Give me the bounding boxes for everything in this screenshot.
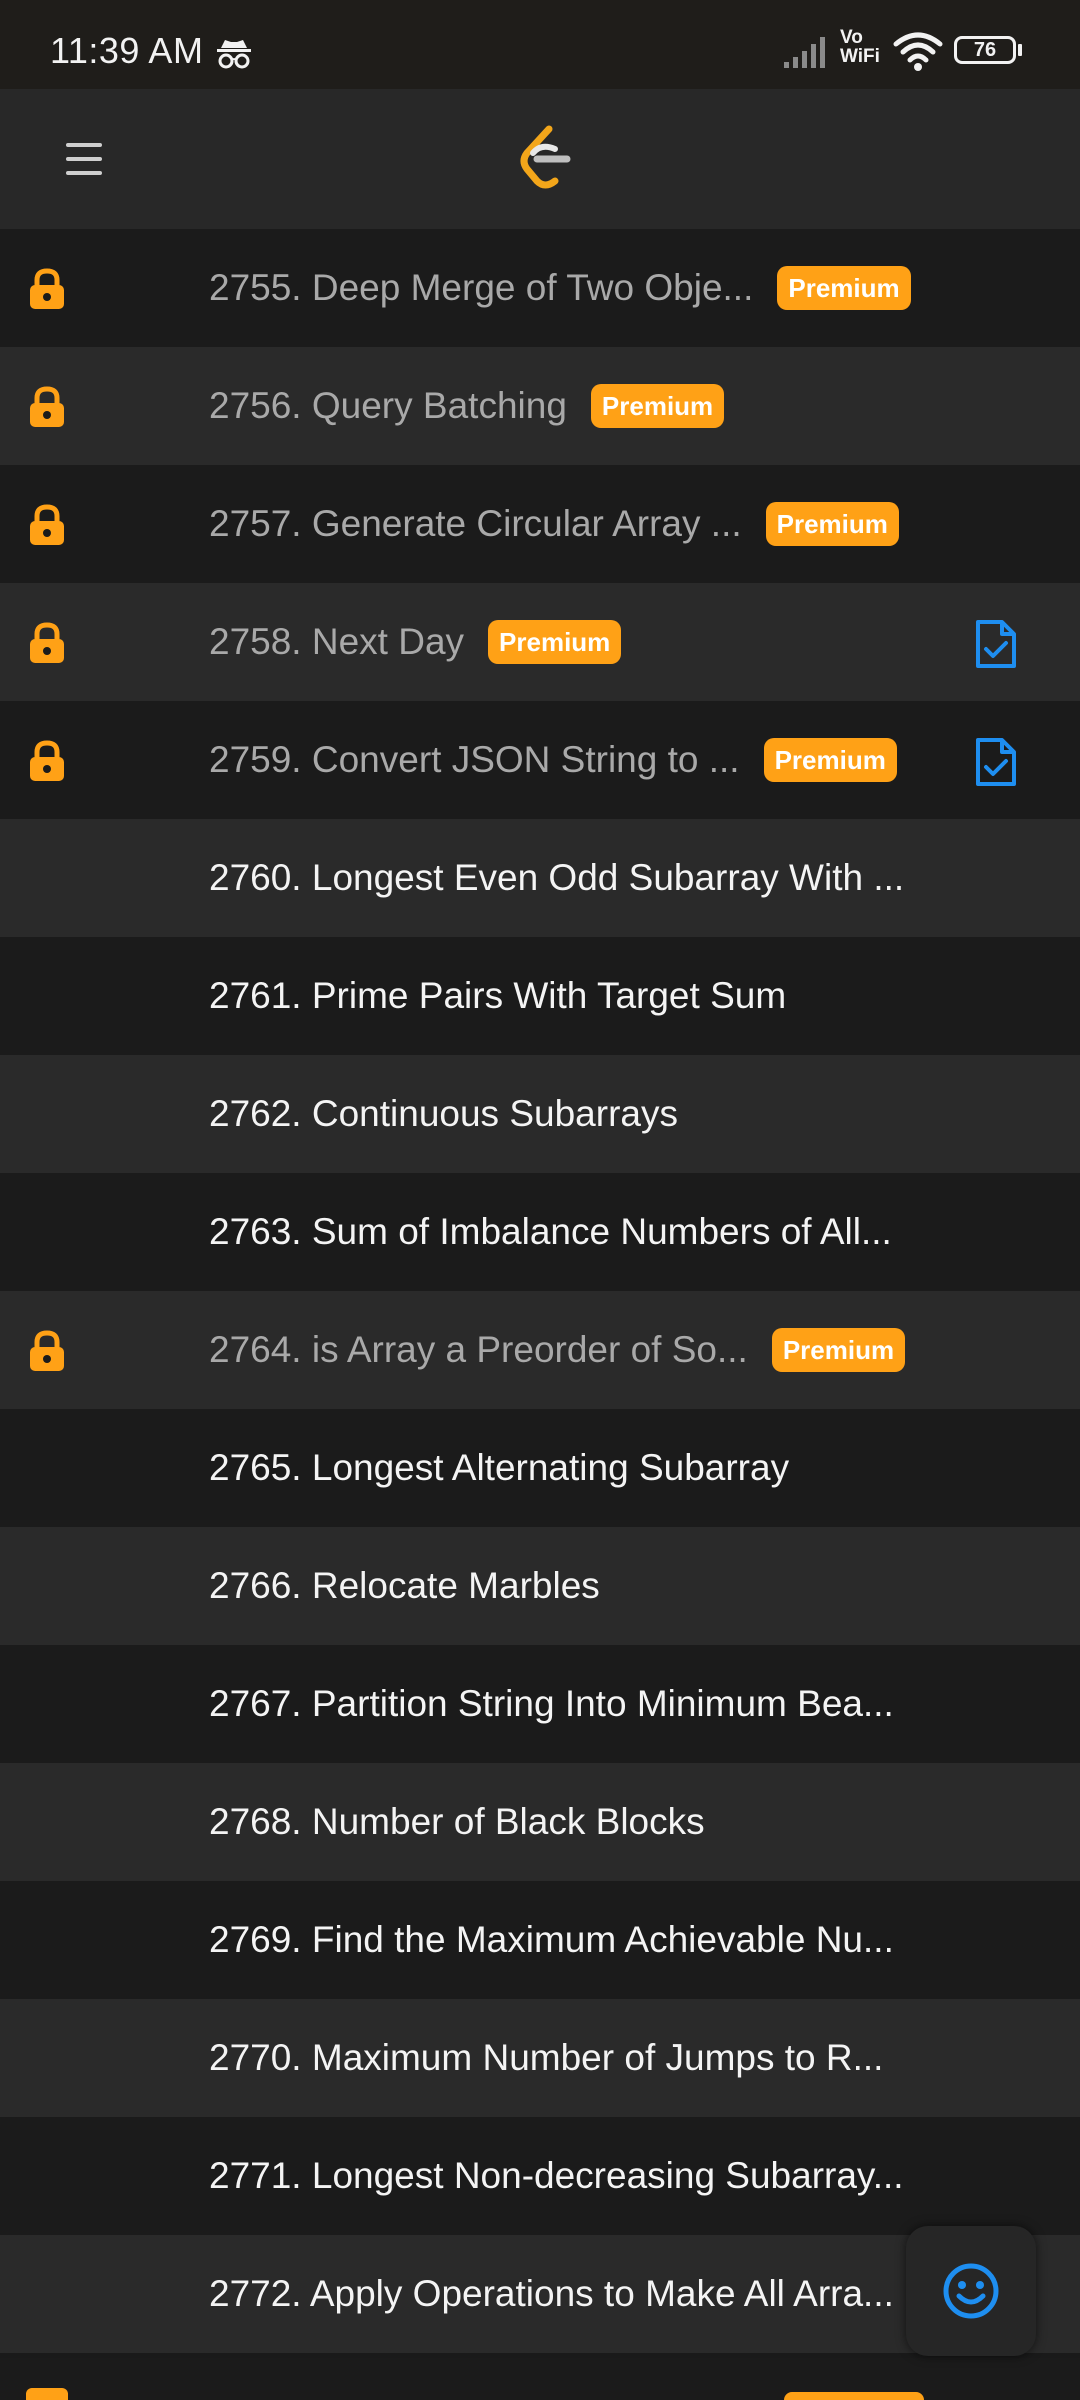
problem-title: 2771. Longest Non-decreasing Subarray... bbox=[209, 2155, 904, 2196]
problem-row[interactable]: 2769. Find the Maximum Achievable Nu... bbox=[0, 1881, 1080, 1999]
problem-title-wrap: 2770. Maximum Number of Jumps to R... bbox=[209, 1999, 940, 2117]
solution-document-icon[interactable] bbox=[972, 619, 1018, 669]
problem-title: 2757. Generate Circular Array ... bbox=[209, 503, 742, 544]
problem-row[interactable]: 2762. Continuous Subarrays bbox=[0, 1055, 1080, 1173]
problem-title: 2770. Maximum Number of Jumps to R... bbox=[209, 2037, 884, 2078]
vowifi-top: Vo bbox=[840, 27, 863, 48]
lock-icon bbox=[26, 2388, 68, 2400]
problem-row[interactable]: 2767. Partition String Into Minimum Bea.… bbox=[0, 1645, 1080, 1763]
app-header bbox=[0, 89, 1080, 229]
problem-title-wrap: 2755. Deep Merge of Two Obje... Premium bbox=[209, 229, 940, 347]
problem-title-wrap: 2759. Convert JSON String to ... Premium bbox=[209, 701, 940, 819]
problem-list: 2755. Deep Merge of Two Obje... Premium 27… bbox=[0, 229, 1080, 2353]
problem-title-wrap: 2756. Query Batching Premium bbox=[209, 347, 940, 465]
problem-title-wrap: 2760. Longest Even Odd Subarray With ... bbox=[209, 819, 940, 937]
problem-title-wrap: 2758. Next Day Premium bbox=[209, 583, 940, 701]
lock-icon bbox=[30, 622, 64, 663]
problem-row[interactable]: 2760. Longest Even Odd Subarray With ... bbox=[0, 819, 1080, 937]
problem-title: 2760. Longest Even Odd Subarray With ... bbox=[209, 857, 905, 898]
problem-title: 2762. Continuous Subarrays bbox=[209, 1093, 678, 1134]
wifi-icon bbox=[893, 32, 943, 71]
battery-tip bbox=[1018, 44, 1022, 56]
hamburger-menu-icon[interactable] bbox=[62, 131, 108, 187]
lock-icon bbox=[30, 740, 64, 781]
problem-row-partial[interactable] bbox=[0, 2358, 1080, 2400]
problem-row[interactable]: 2770. Maximum Number of Jumps to R... bbox=[0, 1999, 1080, 2117]
problem-title: 2765. Longest Alternating Subarray bbox=[209, 1447, 790, 1488]
problem-title: 2758. Next Day bbox=[209, 621, 465, 662]
problem-row[interactable]: 2771. Longest Non-decreasing Subarray... bbox=[0, 2117, 1080, 2235]
premium-badge: Premium bbox=[765, 502, 899, 546]
problem-row[interactable]: 2758. Next Day Premium bbox=[0, 583, 1080, 701]
problem-row[interactable]: 2757. Generate Circular Array ... Premium bbox=[0, 465, 1080, 583]
problem-title: 2766. Relocate Marbles bbox=[209, 1565, 600, 1606]
problem-title-wrap: 2767. Partition String Into Minimum Bea.… bbox=[209, 1645, 940, 1763]
problem-row[interactable]: 2768. Number of Black Blocks bbox=[0, 1763, 1080, 1881]
problem-title: 2763. Sum of Imbalance Numbers of All... bbox=[209, 1211, 892, 1252]
problem-title-wrap: 2764. is Array a Preorder of So... Premiu… bbox=[209, 1291, 940, 1409]
problem-title-wrap: 2768. Number of Black Blocks bbox=[209, 1763, 940, 1881]
problem-title-wrap: 2769. Find the Maximum Achievable Nu... bbox=[209, 1881, 940, 1999]
lock-icon bbox=[30, 1330, 64, 1371]
problem-title-wrap: 2765. Longest Alternating Subarray bbox=[209, 1409, 940, 1527]
incognito-icon bbox=[217, 40, 251, 69]
battery-indicator: 76 bbox=[954, 36, 1016, 64]
premium-badge: Premium bbox=[777, 266, 911, 310]
signal-icon bbox=[784, 37, 825, 68]
vowifi-label: Vo WiFi bbox=[840, 28, 880, 66]
premium-badge bbox=[784, 2392, 924, 2400]
problem-row[interactable]: 2766. Relocate Marbles bbox=[0, 1527, 1080, 1645]
problem-title: 2755. Deep Merge of Two Obje... bbox=[209, 267, 754, 308]
lock-icon bbox=[30, 268, 64, 309]
problem-title: 2769. Find the Maximum Achievable Nu... bbox=[209, 1919, 894, 1960]
solution-document-icon[interactable] bbox=[972, 737, 1018, 787]
lock-icon bbox=[30, 386, 64, 427]
smiley-feedback-icon bbox=[943, 2263, 999, 2319]
feedback-fab-button[interactable] bbox=[906, 2226, 1036, 2356]
premium-badge: Premium bbox=[590, 384, 725, 428]
status-time: 11:39 AM bbox=[50, 30, 204, 71]
problem-title-wrap: 2762. Continuous Subarrays bbox=[209, 1055, 940, 1173]
problem-row[interactable]: 2756. Query Batching Premium bbox=[0, 347, 1080, 465]
premium-badge: Premium bbox=[763, 738, 897, 782]
status-bar: 11:39 AM Vo WiFi 76 bbox=[0, 0, 1080, 89]
problem-row[interactable]: 2764. is Array a Preorder of So... Premiu… bbox=[0, 1291, 1080, 1409]
vowifi-bottom: WiFi bbox=[840, 46, 880, 67]
problem-title-wrap: 2771. Longest Non-decreasing Subarray... bbox=[209, 2117, 940, 2235]
problem-title: 2759. Convert JSON String to ... bbox=[209, 739, 740, 780]
leetcode-logo[interactable] bbox=[515, 125, 575, 193]
problem-row[interactable]: 2761. Prime Pairs With Target Sum bbox=[0, 937, 1080, 1055]
problem-title: 2761. Prime Pairs With Target Sum bbox=[209, 975, 787, 1016]
problem-title: 2767. Partition String Into Minimum Bea.… bbox=[209, 1683, 894, 1724]
problem-title-wrap: 2772. Apply Operations to Make All Arra.… bbox=[209, 2235, 940, 2353]
premium-badge: Premium bbox=[488, 620, 622, 664]
problem-row[interactable]: 2765. Longest Alternating Subarray bbox=[0, 1409, 1080, 1527]
problem-row[interactable]: 2763. Sum of Imbalance Numbers of All... bbox=[0, 1173, 1080, 1291]
problem-row[interactable]: 2755. Deep Merge of Two Obje... Premium bbox=[0, 229, 1080, 347]
problem-title: 2764. is Array a Preorder of So... bbox=[209, 1329, 748, 1370]
problem-title-wrap: 2766. Relocate Marbles bbox=[209, 1527, 940, 1645]
lock-icon bbox=[30, 504, 64, 545]
premium-badge: Premium bbox=[771, 1328, 906, 1372]
problem-title-wrap: 2763. Sum of Imbalance Numbers of All... bbox=[209, 1173, 940, 1291]
problem-title: 2768. Number of Black Blocks bbox=[209, 1801, 705, 1842]
problem-title-wrap: 2761. Prime Pairs With Target Sum bbox=[209, 937, 940, 1055]
problem-title-wrap: 2757. Generate Circular Array ... Premium bbox=[209, 465, 940, 583]
problem-title: 2756. Query Batching bbox=[209, 385, 567, 426]
problem-row[interactable]: 2759. Convert JSON String to ... Premium bbox=[0, 701, 1080, 819]
problem-title: 2772. Apply Operations to Make All Arra.… bbox=[209, 2273, 894, 2314]
